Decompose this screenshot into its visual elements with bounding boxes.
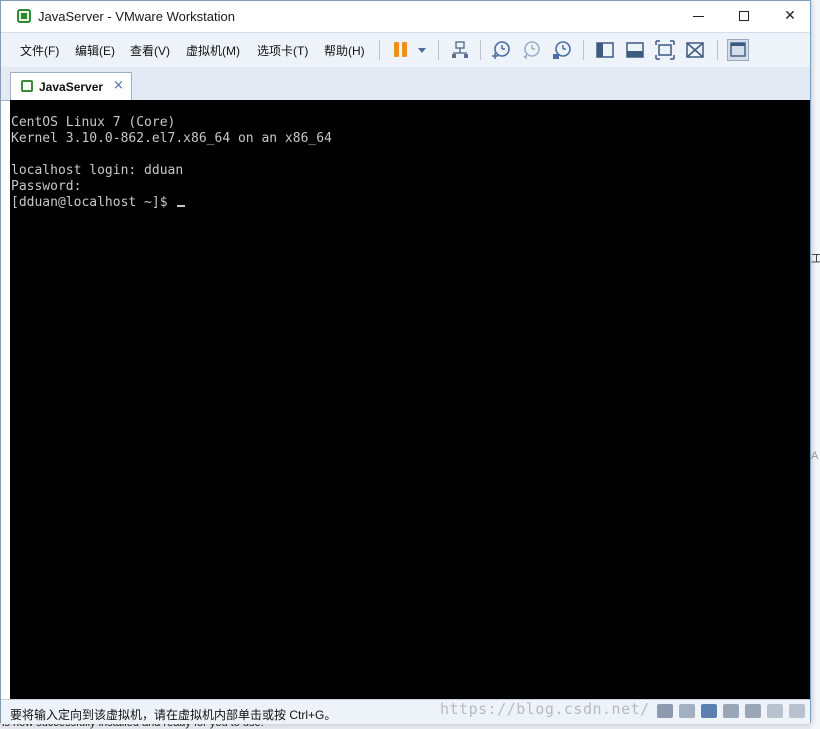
- console-line: Kernel 3.10.0-862.el7.x86_64 on an x86_6…: [11, 131, 332, 146]
- snapshot-revert-icon[interactable]: [521, 40, 541, 60]
- status-message: 要将输入定向到该虚拟机，请在虚拟机内部单击或按 Ctrl+G。: [10, 708, 337, 722]
- minimize-button[interactable]: [675, 1, 721, 31]
- menu-tabs[interactable]: 选项卡(T): [257, 42, 308, 59]
- thumbnail-view-icon[interactable]: [625, 40, 645, 60]
- status-bar: 要将输入定向到该虚拟机，请在虚拟机内部单击或按 Ctrl+G。: [1, 699, 810, 724]
- menu-edit[interactable]: 编辑(E): [75, 42, 115, 59]
- vm-tab-strip: JavaServer ×: [1, 67, 810, 101]
- window-title: JavaServer - VMware Workstation: [38, 9, 235, 24]
- vmware-window: JavaServer - VMware Workstation ✕ 文件(F) …: [0, 0, 811, 724]
- display-icon[interactable]: [767, 704, 783, 718]
- tab-close-icon[interactable]: ×: [113, 78, 124, 93]
- sound-card-icon[interactable]: [745, 704, 761, 718]
- power-dropdown-icon[interactable]: [414, 40, 434, 60]
- menu-vm[interactable]: 虚拟机(M): [186, 42, 240, 59]
- console-view-icon[interactable]: [727, 39, 749, 61]
- maximize-icon: [739, 11, 749, 21]
- pause-bar: [394, 42, 399, 57]
- vm-tab-icon: [21, 80, 33, 92]
- minimize-icon: [692, 15, 704, 17]
- tab-javaserver[interactable]: JavaServer ×: [10, 72, 132, 100]
- console-line: localhost login: dduan: [11, 163, 184, 178]
- background-glyph: A: [811, 450, 819, 462]
- menu-help[interactable]: 帮助(H): [324, 42, 365, 59]
- menu-file[interactable]: 文件(F): [20, 42, 59, 59]
- console-line: CentOS Linux 7 (Core): [11, 115, 176, 130]
- vmware-app-icon: [17, 9, 31, 23]
- background-glyph: 工: [811, 253, 820, 265]
- menu-view[interactable]: 查看(V): [130, 42, 170, 59]
- close-button[interactable]: ✕: [767, 1, 813, 31]
- network-icon[interactable]: [450, 40, 470, 60]
- network-adapter-icon[interactable]: [701, 704, 717, 718]
- maximize-button[interactable]: [721, 1, 767, 31]
- library-view-icon[interactable]: [595, 40, 615, 60]
- toolbar-separator: [379, 40, 380, 60]
- printer-icon[interactable]: [723, 704, 739, 718]
- background-right-strip: [811, 0, 820, 729]
- vm-console-screen[interactable]: CentOS Linux 7 (Core) Kernel 3.10.0-862.…: [10, 100, 810, 699]
- toolbar-separator: [438, 40, 439, 60]
- console-line: Password:: [11, 179, 82, 194]
- watermark: https://blog.csdn.net/: [440, 700, 650, 718]
- cd-drive-icon[interactable]: [679, 704, 695, 718]
- close-icon: ✕: [784, 8, 796, 24]
- shell-prompt: [dduan@localhost ~]$: [11, 195, 176, 210]
- toolbar-separator: [480, 40, 481, 60]
- unity-icon[interactable]: [685, 40, 705, 60]
- console-prompt-line: [dduan@localhost ~]$: [11, 195, 186, 211]
- pause-bar: [402, 42, 407, 57]
- toolbar-separator: [583, 40, 584, 60]
- title-bar[interactable]: JavaServer - VMware Workstation ✕: [1, 1, 810, 32]
- message-icon[interactable]: [789, 704, 805, 718]
- toolbar-separator: [717, 40, 718, 60]
- tab-label: JavaServer: [39, 80, 104, 94]
- fullscreen-icon[interactable]: [655, 40, 675, 60]
- text-cursor: [177, 205, 186, 207]
- snapshot-manager-icon[interactable]: [552, 40, 572, 60]
- menu-toolbar: 文件(F) 编辑(E) 查看(V) 虚拟机(M) 选项卡(T) 帮助(H): [1, 32, 810, 68]
- snapshot-take-icon[interactable]: [491, 40, 511, 60]
- pause-icon[interactable]: [391, 40, 411, 60]
- hard-disk-icon[interactable]: [657, 704, 673, 718]
